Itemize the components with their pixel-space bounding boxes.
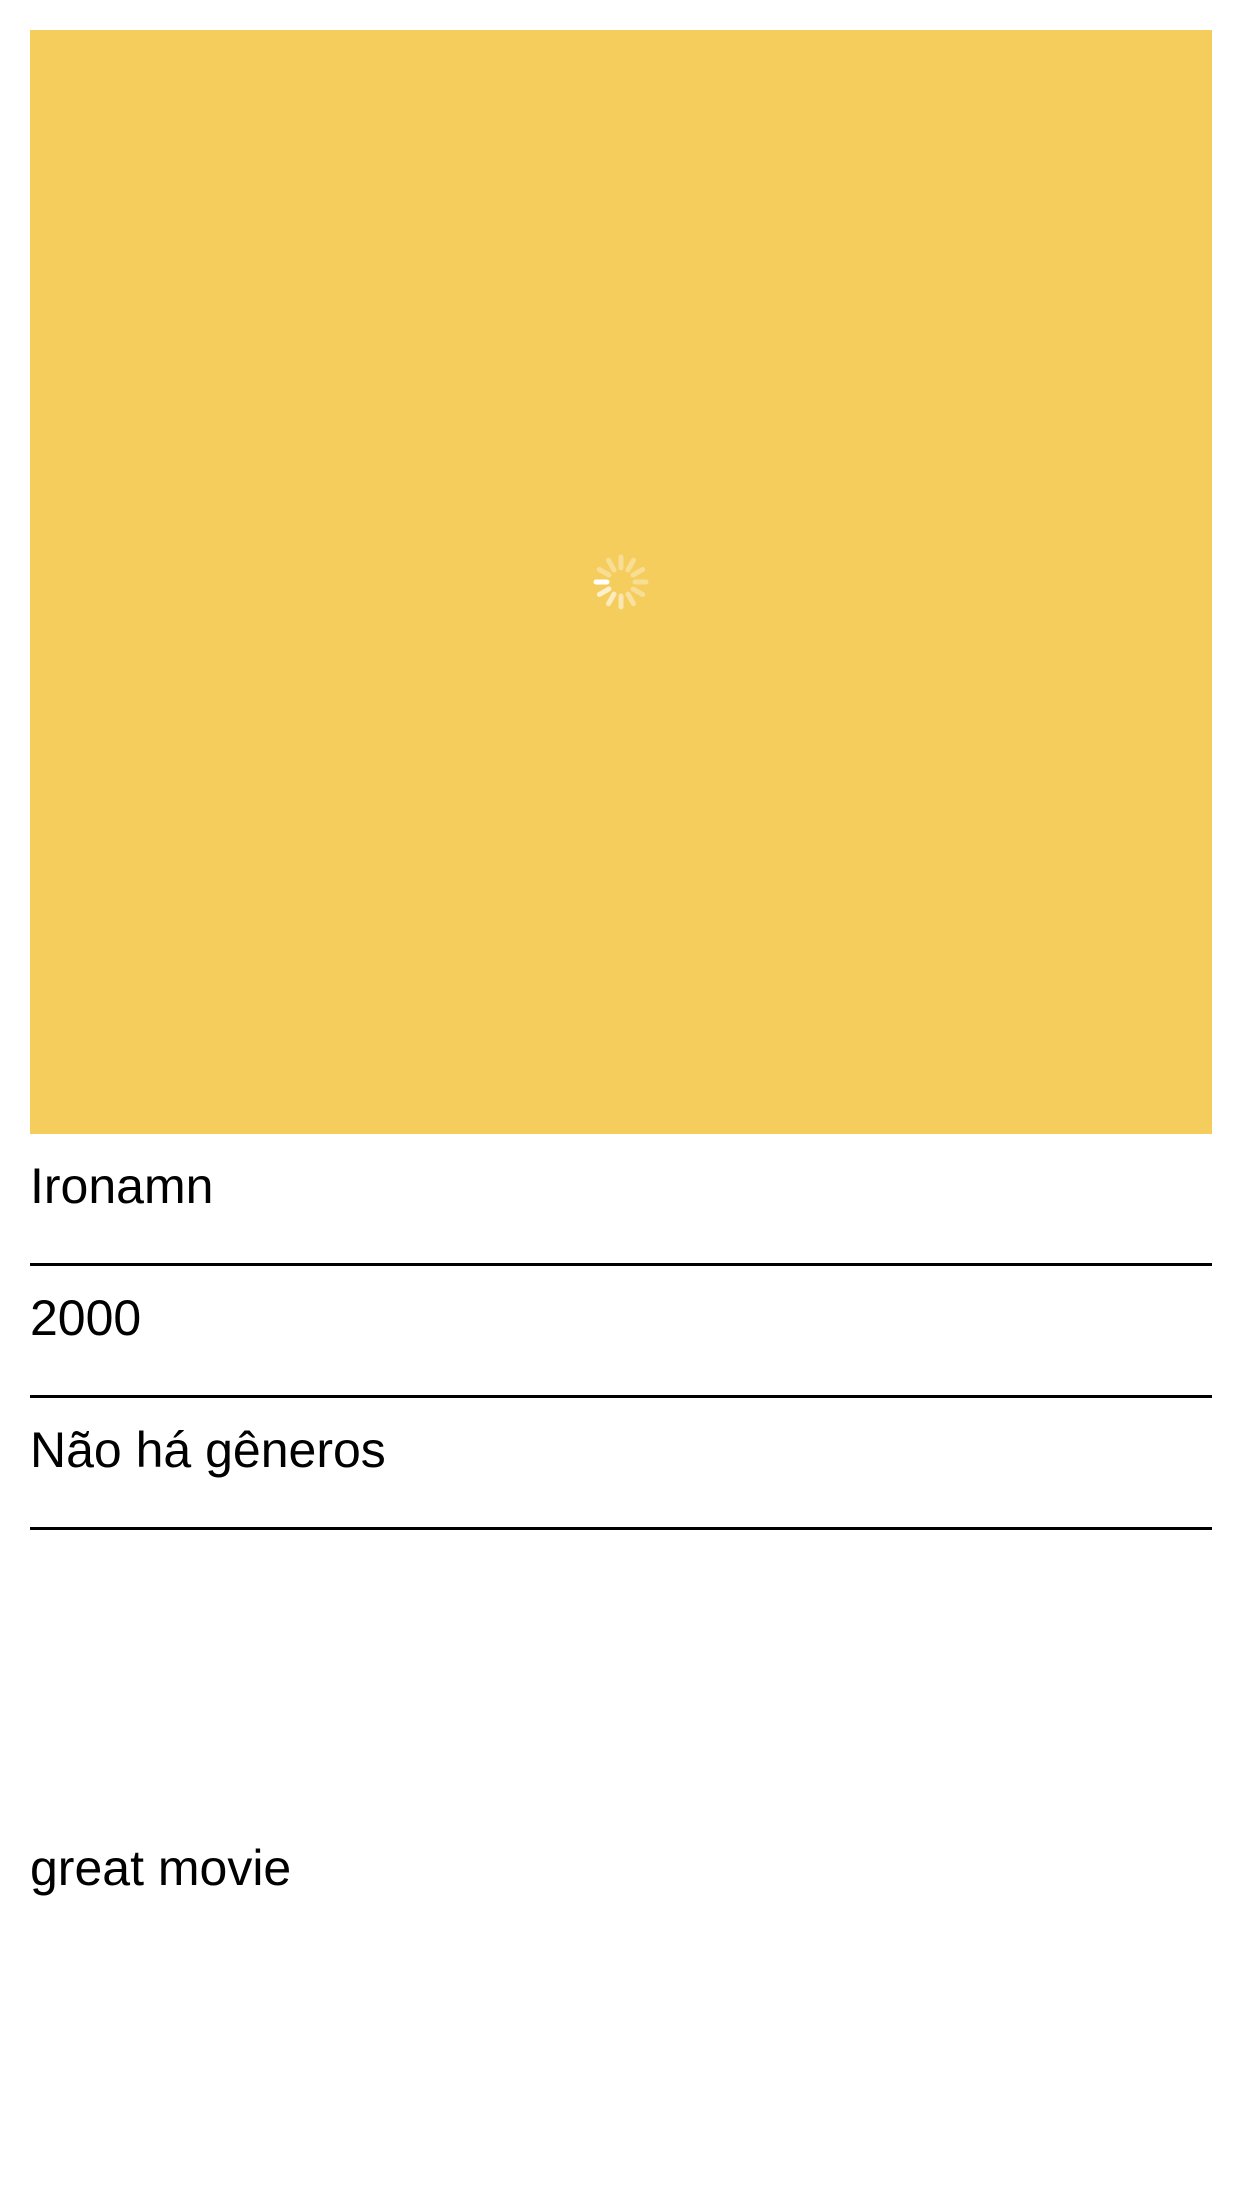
genre-field[interactable]: Não há gêneros (30, 1398, 1212, 1530)
movie-poster (30, 30, 1212, 1134)
year-field[interactable]: 2000 (30, 1266, 1212, 1398)
movie-year: 2000 (30, 1290, 142, 1346)
movie-review: great movie (30, 1840, 292, 1896)
movie-title: Ironamn (30, 1158, 214, 1214)
movie-genres: Não há gêneros (30, 1422, 386, 1478)
loading-spinner-icon (593, 554, 649, 610)
title-field[interactable]: Ironamn (30, 1134, 1212, 1266)
